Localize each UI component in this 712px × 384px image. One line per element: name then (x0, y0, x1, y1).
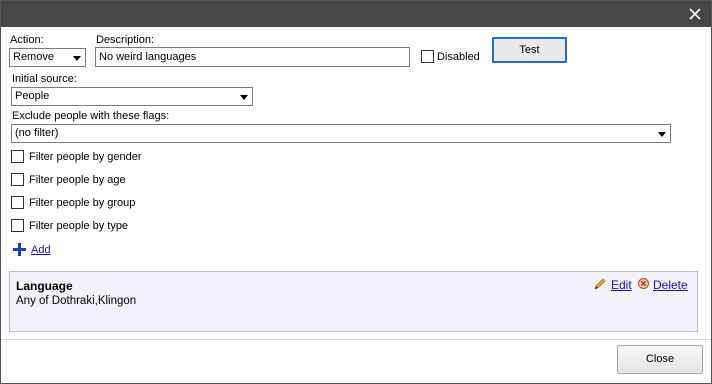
rule-panel: Language Any of Dothraki,Klingon Edit De… (9, 271, 698, 332)
exclude-flags-label: Exclude people with these flags: (12, 110, 170, 122)
plus-icon[interactable] (13, 243, 26, 256)
disabled-checkbox[interactable] (421, 50, 434, 63)
initial-source-select[interactable]: People (11, 87, 253, 106)
filter-gender-checkbox[interactable] (11, 150, 24, 163)
filter-type-label: Filter people by type (29, 220, 129, 232)
edit-link[interactable]: Edit (611, 278, 632, 292)
filter-gender-label: Filter people by gender (29, 151, 142, 163)
rule-detail: Any of Dothraki,Klingon (16, 295, 137, 307)
description-label: Description: (96, 34, 155, 46)
exclude-flags-value: (no filter) (15, 127, 59, 139)
footer-divider (1, 339, 711, 340)
action-label: Action: (10, 34, 44, 46)
initial-source-value: People (15, 90, 50, 102)
rule-title: Language (16, 279, 73, 293)
add-link[interactable]: Add (31, 244, 51, 257)
chevron-down-icon (73, 56, 81, 61)
chevron-down-icon (658, 132, 666, 137)
description-input[interactable]: No weird languages (95, 47, 410, 67)
close-button[interactable]: Close (617, 345, 703, 374)
delete-link[interactable]: Delete (653, 278, 688, 292)
description-value: No weird languages (99, 51, 197, 63)
filter-type-checkbox[interactable] (11, 219, 24, 232)
pencil-icon[interactable] (594, 278, 606, 290)
chevron-down-icon (240, 95, 248, 100)
exclude-flags-select[interactable]: (no filter) (11, 124, 671, 143)
filter-group-label: Filter people by group (29, 197, 136, 209)
title-bar (1, 1, 711, 27)
initial-source-label: Initial source: (12, 73, 77, 85)
disabled-label: Disabled (437, 51, 480, 63)
filter-age-checkbox[interactable] (11, 173, 24, 186)
filter-age-label: Filter people by age (29, 174, 126, 186)
action-select-value: Remove (13, 51, 54, 63)
action-select[interactable]: Remove (9, 48, 86, 67)
delete-circle-icon[interactable] (638, 278, 649, 289)
test-button[interactable]: Test (492, 37, 567, 63)
filter-group-checkbox[interactable] (11, 196, 24, 209)
dialog-window: Action: Remove Description: No weird lan… (0, 0, 712, 384)
close-icon[interactable] (687, 6, 703, 22)
